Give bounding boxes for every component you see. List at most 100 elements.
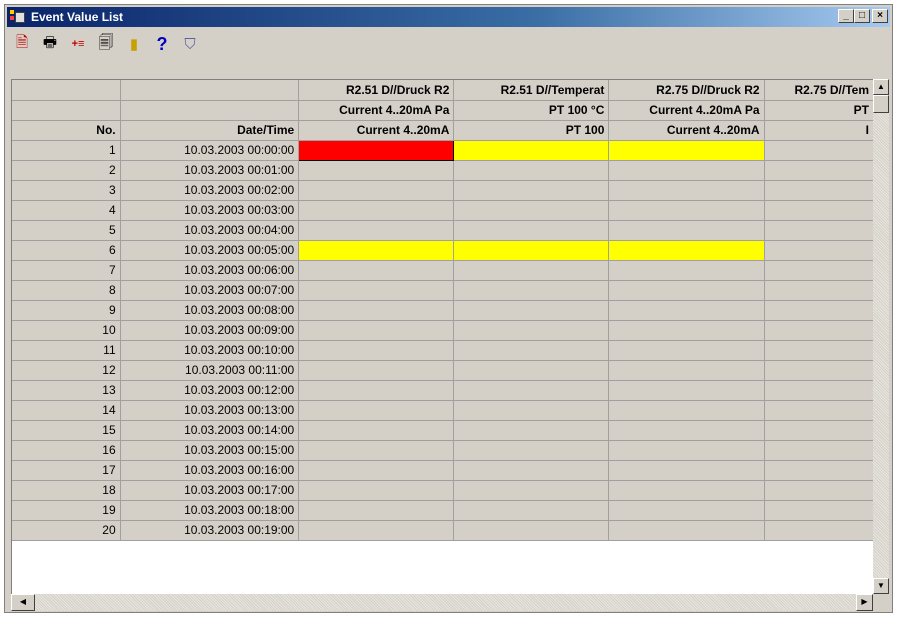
scroll-right-icon[interactable]: ▶ [856,594,873,611]
value-cell[interactable] [764,300,874,321]
column-header[interactable]: PT 100 °C [453,100,610,121]
value-cell[interactable] [453,440,610,461]
help-icon[interactable]: ? [151,33,173,55]
value-cell[interactable] [298,460,455,481]
value-cell[interactable] [608,200,765,221]
value-cell[interactable] [608,220,765,241]
value-cell[interactable] [764,180,874,201]
value-cell[interactable] [298,340,455,361]
table-row[interactable]: 11 10.03.2003 00:10:00 [12,340,874,361]
value-cell[interactable] [298,160,455,181]
value-cell[interactable] [453,200,610,221]
table-row[interactable]: 6 10.03.2003 00:05:00 [12,240,874,261]
value-cell[interactable] [608,340,765,361]
table-row[interactable]: 1 10.03.2003 00:00:00 [12,139,874,161]
add-icon[interactable]: +≡ [67,33,89,55]
value-cell[interactable] [764,280,874,301]
value-cell[interactable] [453,320,610,341]
value-cell[interactable] [298,300,455,321]
value-cell-yellow[interactable] [608,140,765,161]
value-cell[interactable] [608,500,765,521]
value-cell[interactable] [453,420,610,441]
close-button[interactable]: × [872,9,888,23]
table-row[interactable]: 18 10.03.2003 00:17:00 [12,480,874,501]
value-cell[interactable] [764,400,874,421]
value-cell[interactable] [764,460,874,481]
value-cell[interactable] [608,280,765,301]
scroll-left-icon[interactable]: ◀ [11,594,35,611]
value-cell[interactable] [453,400,610,421]
value-cell[interactable] [608,320,765,341]
value-cell[interactable] [764,220,874,241]
value-cell[interactable] [298,260,455,281]
value-cell[interactable] [298,380,455,401]
value-cell[interactable] [298,420,455,441]
column-header[interactable]: R2.51 D//Druck R2 [298,80,455,101]
column-header[interactable]: Current 4..20mA [608,120,765,141]
value-cell[interactable] [298,400,455,421]
value-cell[interactable] [608,420,765,441]
value-cell-yellow[interactable] [453,240,610,261]
value-cell[interactable] [298,180,455,201]
value-cell[interactable] [608,260,765,281]
table-row[interactable]: 15 10.03.2003 00:14:00 [12,420,874,441]
exit-icon[interactable]: ▮ [123,33,145,55]
table-row[interactable]: 7 10.03.2003 00:06:00 [12,260,874,281]
column-header[interactable]: R2.75 D//Tem [764,80,874,101]
value-cell[interactable] [608,380,765,401]
column-header[interactable]: Date/Time [120,120,300,141]
value-cell[interactable] [453,520,610,541]
column-header[interactable]: Current 4..20mA Pa [298,100,455,121]
value-cell[interactable] [453,380,610,401]
value-cell[interactable] [453,180,610,201]
scroll-up-icon[interactable]: ▲ [873,79,889,95]
column-header[interactable]: I [764,120,874,141]
table-row[interactable]: 14 10.03.2003 00:13:00 [12,400,874,421]
value-cell-yellow[interactable] [608,240,765,261]
value-cell[interactable] [453,460,610,481]
value-cell[interactable] [764,360,874,381]
filter-icon[interactable]: ⛉ [179,33,201,55]
value-cell[interactable] [764,140,874,161]
table-row[interactable]: 5 10.03.2003 00:04:00 [12,220,874,241]
title-bar[interactable]: Event Value List _ □ × [7,7,890,27]
value-cell[interactable] [608,160,765,181]
value-cell[interactable] [298,280,455,301]
value-cell[interactable] [298,480,455,501]
value-cell[interactable] [608,360,765,381]
value-cell[interactable] [764,500,874,521]
column-header[interactable]: Current 4..20mA [298,120,455,141]
column-header[interactable]: PT 100 [453,120,610,141]
value-cell[interactable] [764,320,874,341]
value-cell[interactable] [608,400,765,421]
value-cell[interactable] [298,320,455,341]
vertical-scrollbar[interactable]: ▲ ▼ [873,79,889,594]
value-cell[interactable] [453,160,610,181]
value-cell[interactable] [764,160,874,181]
value-cell[interactable] [764,340,874,361]
resize-grip-icon[interactable] [873,594,889,611]
table-row[interactable]: 9 10.03.2003 00:08:00 [12,300,874,321]
value-cell-yellow[interactable] [453,140,610,161]
maximize-button[interactable]: □ [854,9,870,23]
scroll-down-icon[interactable]: ▼ [873,578,889,594]
print-icon[interactable]: 🖶 [39,33,61,55]
value-cell[interactable] [608,300,765,321]
value-cell[interactable] [608,480,765,501]
value-cell-yellow[interactable] [298,240,455,261]
value-cell[interactable] [764,440,874,461]
table-row[interactable]: 12 10.03.2003 00:11:00 [12,360,874,381]
column-header[interactable]: PT [764,100,874,121]
event-grid[interactable]: R2.51 D//Druck R2 R2.51 D//Temperat R2.75 … [11,79,874,595]
column-header[interactable] [12,100,121,121]
value-cell[interactable] [764,240,874,261]
table-row[interactable]: 20 10.03.2003 00:19:00 [12,520,874,541]
value-cell-red[interactable] [298,139,455,161]
value-cell[interactable] [764,260,874,281]
export-icon[interactable]: 🗎 [11,33,33,55]
column-header[interactable]: Current 4..20mA Pa [608,100,765,121]
value-cell[interactable] [453,300,610,321]
value-cell[interactable] [764,200,874,221]
value-cell[interactable] [608,440,765,461]
value-cell[interactable] [608,460,765,481]
